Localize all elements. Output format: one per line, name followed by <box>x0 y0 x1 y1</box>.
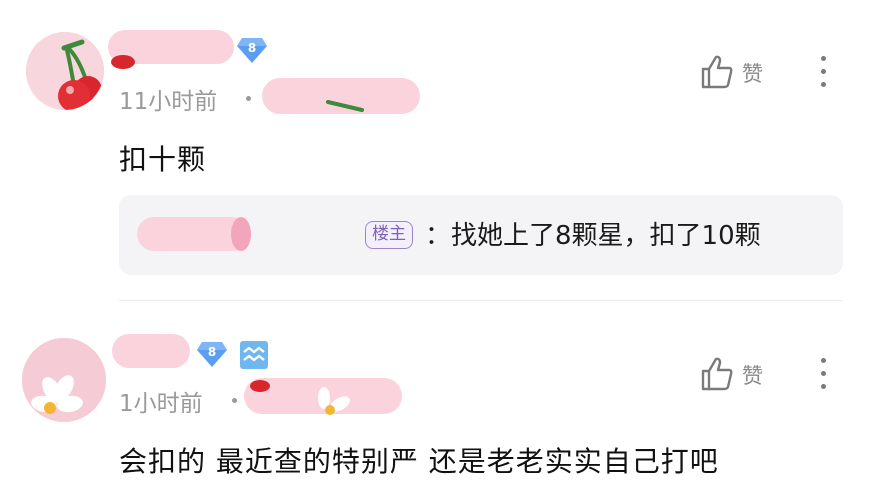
user-avatar[interactable] <box>22 338 106 422</box>
more-options-button[interactable] <box>818 358 828 392</box>
level-badge: 8 <box>236 36 268 64</box>
like-label: 赞 <box>742 364 763 388</box>
thumbs-up-icon <box>701 357 733 391</box>
aquarius-icon <box>243 346 265 362</box>
more-vertical-icon <box>821 358 826 363</box>
cherry-avatar-icon <box>26 32 104 110</box>
user-avatar[interactable] <box>26 32 104 110</box>
username-redacted[interactable] <box>112 334 190 368</box>
like-label: 赞 <box>742 62 763 86</box>
reply-username-redacted[interactable] <box>137 217 251 251</box>
flower-avatar-icon <box>22 338 106 422</box>
flower-decor-icon <box>318 387 350 415</box>
comment-item: 8 1小时前 赞 会扣的 最近查的特别严 还是老老实实自己打吧 <box>0 300 870 494</box>
more-vertical-icon <box>821 56 826 61</box>
reply-preview[interactable]: 楼主 ：找她上了8颗星，扣了10颗 <box>119 195 843 275</box>
cherry-decor-icon <box>111 55 135 69</box>
leaf-decor-icon <box>326 100 364 112</box>
like-button[interactable]: 赞 <box>700 356 780 396</box>
post-time: 11小时前 <box>119 89 218 115</box>
like-button[interactable]: 赞 <box>700 54 780 94</box>
level-badge: 8 <box>196 340 228 368</box>
more-options-button[interactable] <box>818 56 828 90</box>
separator-dot <box>232 398 237 403</box>
level-number: 8 <box>247 41 257 55</box>
comment-text: 扣十颗 <box>119 143 207 176</box>
reply-text: ：找她上了8颗星，扣了10颗 <box>425 221 761 251</box>
post-time: 1小时前 <box>119 391 203 417</box>
op-tag: 楼主 <box>365 221 413 249</box>
cherry-decor-icon <box>250 380 270 392</box>
zodiac-badge <box>240 341 268 369</box>
separator-dot <box>246 96 251 101</box>
comment-text: 会扣的 最近查的特别严 还是老老实实自己打吧 <box>119 445 719 478</box>
level-number: 8 <box>207 345 217 359</box>
thumbs-up-icon <box>701 55 733 89</box>
comment-item: 8 11小时前 赞 扣十颗 楼主 ：找她上了8颗星，扣了10颗 <box>0 0 870 300</box>
